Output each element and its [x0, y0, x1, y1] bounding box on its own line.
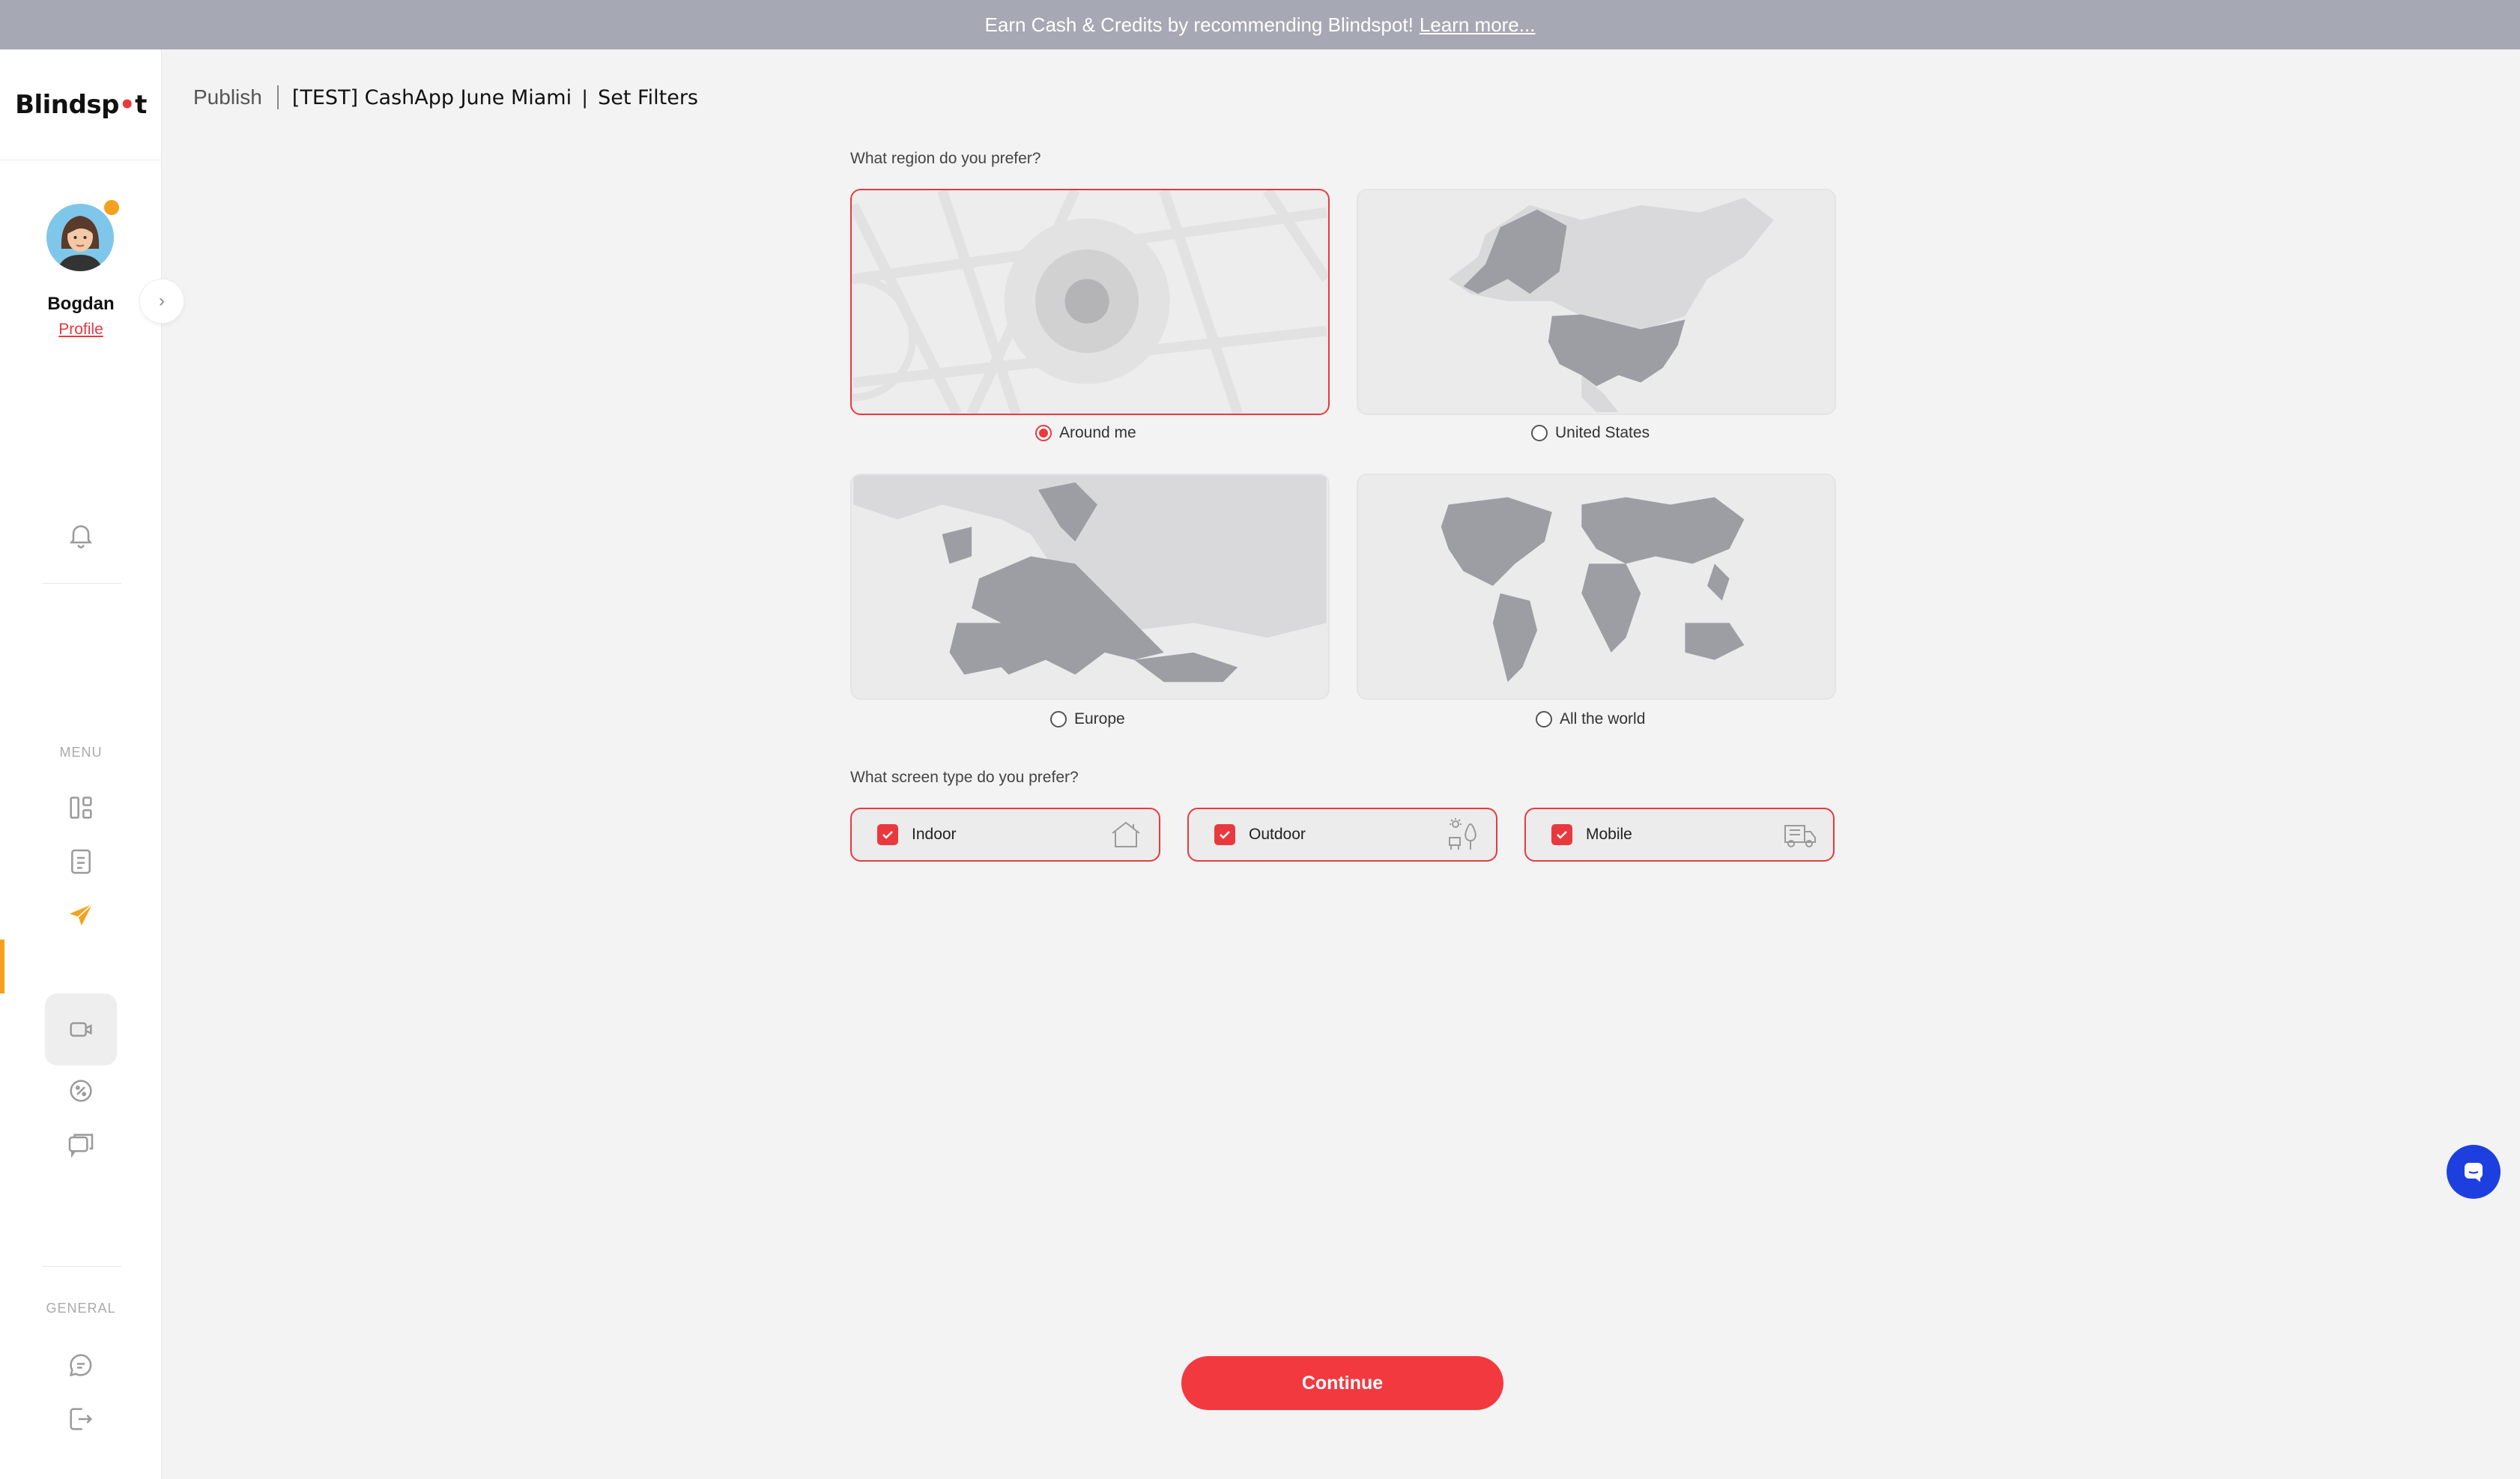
- checkbox-checked[interactable]: [1214, 824, 1235, 845]
- screen-type-label: Indoor: [912, 826, 957, 843]
- screen-type-indoor[interactable]: Indoor: [850, 808, 1160, 862]
- radio-label-around-me: Around me: [1059, 424, 1136, 441]
- screen-type-outdoor[interactable]: Outdoor: [1187, 808, 1497, 862]
- send-icon[interactable]: [45, 880, 117, 952]
- radio-button[interactable]: [1050, 711, 1067, 728]
- radio-label-all-the-world: All the world: [1560, 710, 1646, 728]
- logo-text-end: t: [135, 89, 147, 120]
- screen-type-label: Outdoor: [1249, 826, 1306, 843]
- active-menu-indicator: [0, 940, 4, 993]
- logo-text: Blindsp: [15, 89, 119, 120]
- chevron-right-icon: ›: [159, 291, 165, 311]
- bell-icon[interactable]: [45, 499, 117, 571]
- breadcrumb-publish[interactable]: Publish: [193, 85, 279, 109]
- chat-bubbles-icon[interactable]: [45, 1109, 117, 1181]
- europe-map-image: [853, 475, 1327, 698]
- truck-icon: [1784, 825, 1816, 847]
- around-me-map-image: [852, 190, 1328, 414]
- promo-banner: Earn Cash & Credits by recommending Blin…: [0, 0, 2520, 49]
- region-card-europe[interactable]: [850, 474, 1330, 700]
- region-card-all-the-world[interactable]: [1357, 474, 1836, 700]
- sidebar-divider: [42, 1266, 121, 1267]
- region-card-united-states[interactable]: [1357, 189, 1836, 415]
- menu-section-label: MENU: [59, 745, 103, 760]
- sidebar-toggle-button[interactable]: ›: [139, 279, 184, 324]
- breadcrumb: Publish [TEST] CashApp June Miami | Set …: [193, 81, 698, 114]
- sidebar: Blindsp • t Bogdan Profile › MENU GENERA…: [0, 49, 184, 1479]
- radio-label-united-states: United States: [1555, 424, 1650, 441]
- screen-type-question: What screen type do you prefer?: [850, 769, 1079, 786]
- breadcrumb-separator: |: [582, 85, 588, 109]
- checkmark-icon: [882, 831, 893, 839]
- region-card-around-me[interactable]: [850, 189, 1330, 415]
- logo-dot: •: [118, 89, 136, 120]
- screen-type-mobile[interactable]: Mobile: [1524, 808, 1835, 862]
- radio-button[interactable]: [1531, 425, 1548, 441]
- chat-icon: [2465, 1163, 2483, 1182]
- radio-button[interactable]: [1536, 711, 1552, 728]
- profile-link[interactable]: Profile: [0, 321, 162, 339]
- checkmark-icon: [1557, 831, 1567, 839]
- learn-more-link[interactable]: Learn more...: [1420, 13, 1536, 37]
- checkbox-checked[interactable]: [1551, 824, 1572, 845]
- general-section-label: GENERAL: [46, 1301, 116, 1316]
- world-map-image: [1360, 475, 1833, 698]
- continue-button[interactable]: Continue: [1181, 1356, 1503, 1410]
- radio-united-states[interactable]: United States: [1531, 424, 1650, 442]
- checkbox-checked[interactable]: [877, 824, 898, 845]
- radio-around-me[interactable]: Around me: [1035, 424, 1136, 442]
- sidebar-divider: [42, 583, 121, 584]
- notification-badge: [102, 198, 121, 217]
- screen-type-label: Mobile: [1586, 826, 1632, 843]
- user-name: Bogdan: [47, 294, 115, 314]
- radio-button-selected[interactable]: [1035, 425, 1052, 441]
- checkmark-icon: [1220, 831, 1230, 839]
- north-america-map-image: [1360, 190, 1833, 414]
- radio-europe[interactable]: Europe: [1050, 710, 1125, 728]
- promo-banner-text: Earn Cash & Credits by recommending Blin…: [984, 13, 1414, 36]
- campaign-title: [TEST] CashApp June Miami: [291, 85, 572, 109]
- region-question: What region do you prefer?: [850, 150, 1041, 167]
- radio-label-europe: Europe: [1074, 710, 1125, 728]
- logout-icon[interactable]: [45, 1383, 117, 1455]
- step-title: Set Filters: [598, 85, 698, 109]
- logo[interactable]: Blindsp • t: [0, 49, 162, 160]
- radio-all-the-world[interactable]: All the world: [1536, 710, 1645, 728]
- chat-support-button[interactable]: [2447, 1145, 2501, 1199]
- outdoor-billboard-icon: [1449, 818, 1476, 850]
- house-icon: [1112, 821, 1140, 847]
